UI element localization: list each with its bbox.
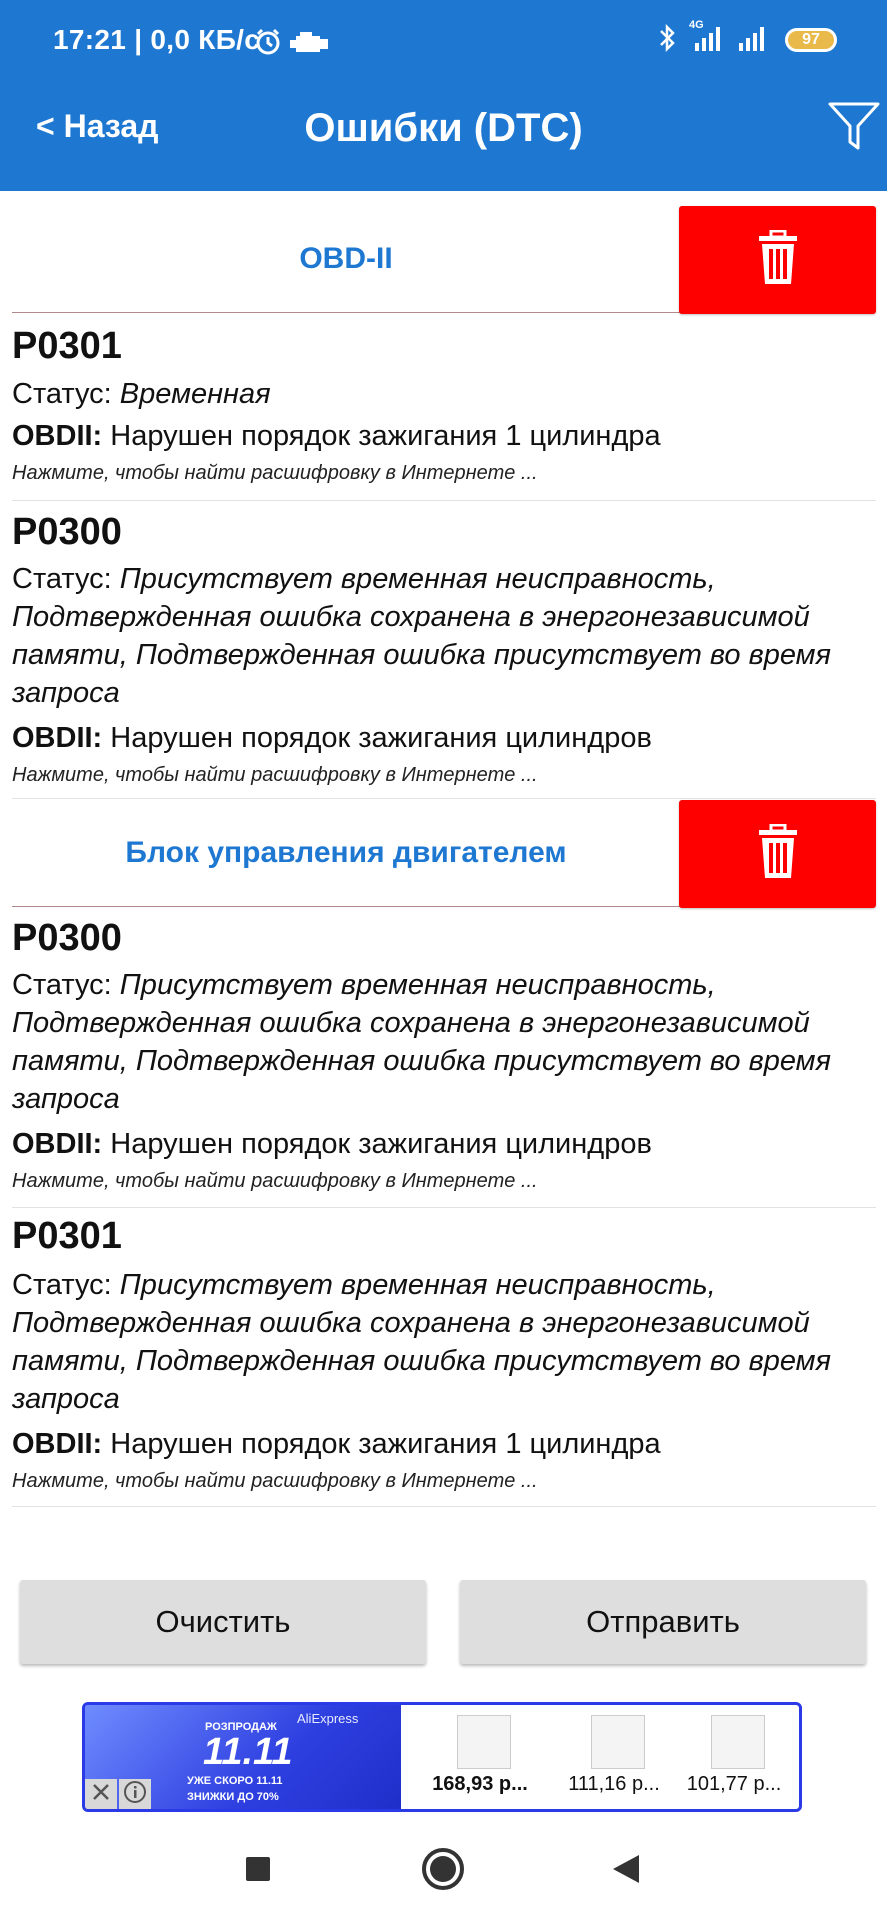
recents-button[interactable] xyxy=(228,1846,288,1896)
dtc-description: OBDII: Нарушен порядок зажигания цилиндр… xyxy=(12,1126,652,1162)
dtc-status: Статус: Временная xyxy=(12,375,862,413)
product-price: 101,77 р... xyxy=(686,1773,782,1795)
product-price: 168,93 р... xyxy=(432,1773,528,1795)
description-text: Нарушен порядок зажигания 1 цилиндра xyxy=(110,1428,661,1460)
dtc-item[interactable]: P0301 Статус: Присутствует временная неи… xyxy=(12,1212,876,1504)
dtc-status: Статус: Присутствует временная неисправн… xyxy=(12,560,862,712)
ad-promo[interactable]: AliExpress РОЗПРОДАЖ 11.11 УЖЕ СКОРО 11.… xyxy=(85,1705,401,1809)
status-icons: 4G 97 xyxy=(657,19,837,58)
signal-icon xyxy=(737,23,773,58)
dtc-code: P0301 xyxy=(12,1215,122,1257)
clear-button[interactable]: Очистить xyxy=(20,1580,426,1664)
section-title[interactable]: Блок управления двигателем xyxy=(12,800,680,907)
navigation-bar xyxy=(0,1820,887,1920)
dtc-code: P0300 xyxy=(12,511,122,553)
description-text: Нарушен порядок зажигания 1 цилиндра xyxy=(110,420,661,452)
status-value: Временная xyxy=(119,378,271,410)
delete-section-button[interactable] xyxy=(679,800,876,908)
search-hint[interactable]: Нажмите, чтобы найти расшифровку в Интер… xyxy=(12,762,538,788)
signal-4g-icon: 4G xyxy=(689,19,725,58)
ad-info-button[interactable] xyxy=(119,1779,151,1809)
dtc-code: P0301 xyxy=(12,325,122,367)
dtc-item[interactable]: P0300 Статус: Присутствует временная неи… xyxy=(12,914,876,1206)
status-label: Статус: xyxy=(12,1269,112,1301)
trash-icon xyxy=(755,823,801,885)
triangle-back-icon xyxy=(611,1853,641,1890)
search-hint[interactable]: Нажмите, чтобы найти расшифровку в Интер… xyxy=(12,1468,538,1494)
section-header-obd2: OBD-II xyxy=(0,206,887,314)
obd-label: OBDII: xyxy=(12,722,103,754)
ad-close-button[interactable] xyxy=(85,1779,117,1809)
description-text: Нарушен порядок зажигания цилиндров xyxy=(110,722,652,754)
status-bar: 17:21 | 0,0 КБ/с 4G 97 xyxy=(0,0,887,80)
search-hint[interactable]: Нажмите, чтобы найти расшифровку в Интер… xyxy=(12,1168,538,1194)
send-button[interactable]: Отправить xyxy=(460,1580,866,1664)
divider xyxy=(12,500,876,501)
network-type: 4G xyxy=(689,18,704,31)
alarm-icon xyxy=(254,28,282,61)
delete-section-button[interactable] xyxy=(679,206,876,314)
product-image xyxy=(591,1715,645,1769)
page-title: Ошибки (DTC) xyxy=(304,106,583,150)
status-value: Присутствует временная неисправность, По… xyxy=(12,1269,832,1415)
dtc-description: OBDII: Нарушен порядок зажигания 1 цилин… xyxy=(12,1426,661,1462)
product-image xyxy=(457,1715,511,1769)
divider xyxy=(12,798,876,799)
home-circle-icon xyxy=(421,1847,465,1896)
dtc-status: Статус: Присутствует временная неисправн… xyxy=(12,1266,862,1418)
engine-icon xyxy=(288,30,330,61)
obd-label: OBDII: xyxy=(12,1128,103,1160)
dtc-status: Статус: Присутствует временная неисправн… xyxy=(12,966,862,1118)
product-image xyxy=(711,1715,765,1769)
divider xyxy=(12,1207,876,1208)
battery-level: 97 xyxy=(802,31,820,48)
description-text: Нарушен порядок зажигания цилиндров xyxy=(110,1128,652,1160)
section-header-ecu: Блок управления двигателем xyxy=(0,800,887,908)
divider xyxy=(12,1506,876,1507)
filter-button[interactable] xyxy=(826,98,882,154)
battery-icon: 97 xyxy=(785,28,837,52)
ad-banner[interactable]: AliExpress РОЗПРОДАЖ 11.11 УЖЕ СКОРО 11.… xyxy=(82,1702,802,1812)
search-hint[interactable]: Нажмите, чтобы найти расшифровку в Интер… xyxy=(12,460,538,486)
dtc-item[interactable]: P0301 Статус: Временная OBDII: Нарушен п… xyxy=(12,320,876,500)
ad-big-text: 11.11 xyxy=(203,1731,293,1773)
status-value: Присутствует временная неисправность, По… xyxy=(12,969,832,1115)
dtc-description: OBDII: Нарушен порядок зажигания 1 цилин… xyxy=(12,418,661,454)
status-label: Статус: xyxy=(12,969,112,1001)
ad-product[interactable]: 168,93 р... xyxy=(415,1705,545,1809)
bluetooth-icon xyxy=(657,23,677,58)
close-icon xyxy=(91,1782,111,1807)
ad-brand: AliExpress xyxy=(297,1711,359,1726)
section-title[interactable]: OBD-II xyxy=(12,206,680,313)
dtc-item[interactable]: P0300 Статус: Присутствует временная неи… xyxy=(12,508,876,798)
dtc-code: P0300 xyxy=(12,917,122,959)
status-label: Статус: xyxy=(12,563,112,595)
square-icon xyxy=(245,1856,271,1887)
app-bar: 17:21 | 0,0 КБ/с 4G 97 < Назад Ошибки (D… xyxy=(0,0,887,191)
back-nav-button[interactable] xyxy=(596,1846,656,1896)
info-icon xyxy=(123,1780,147,1809)
trash-icon xyxy=(755,229,801,291)
home-button[interactable] xyxy=(413,1846,473,1896)
ad-subtitle: УЖЕ СКОРО 11.11 xyxy=(187,1775,283,1787)
product-price: 111,16 р... xyxy=(568,1773,660,1795)
ad-product[interactable]: 111,16 р... xyxy=(549,1705,679,1809)
filter-funnel-icon xyxy=(826,102,882,158)
ad-product[interactable]: 101,77 р... xyxy=(669,1705,799,1809)
status-time: 17:21 | 0,0 КБ/с xyxy=(53,24,261,55)
ad-subtitle: ЗНИЖКИ ДО 70% xyxy=(187,1791,279,1803)
obd-label: OBDII: xyxy=(12,1428,103,1460)
dtc-description: OBDII: Нарушен порядок зажигания цилиндр… xyxy=(12,720,652,756)
status-label: Статус: xyxy=(12,378,112,410)
obd-label: OBDII: xyxy=(12,420,103,452)
status-value: Присутствует временная неисправность, По… xyxy=(12,563,832,709)
